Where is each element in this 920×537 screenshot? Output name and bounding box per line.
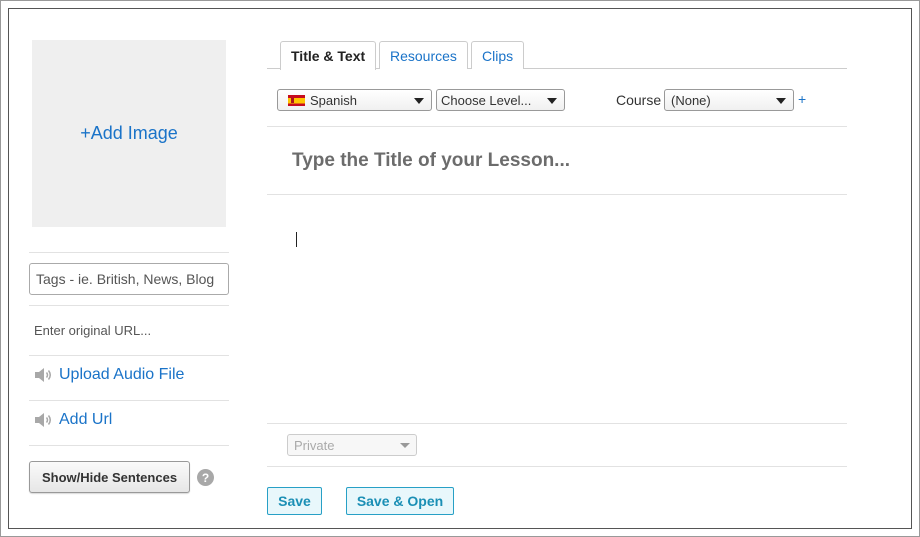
spain-flag-icon [288,94,305,106]
divider [29,305,229,306]
upload-audio-button[interactable]: Upload Audio File [34,366,184,384]
add-url-label: Add Url [59,411,113,428]
course-label: Course [616,92,662,108]
add-image-link[interactable]: +Add Image [80,123,178,144]
divider [29,400,229,401]
course-select[interactable]: (None) [664,89,794,111]
tab-resources[interactable]: Resources [379,41,468,69]
add-url-button[interactable]: Add Url [34,411,112,429]
image-dropzone[interactable]: +Add Image [32,40,226,227]
divider [267,423,847,424]
tags-input[interactable] [29,263,229,295]
privacy-value: Private [294,437,335,453]
divider [29,252,229,253]
divider [267,194,847,195]
level-select[interactable]: Choose Level... [436,89,565,111]
upload-audio-label: Upload Audio File [59,366,185,383]
save-and-open-button[interactable]: Save & Open [346,487,454,515]
chevron-down-icon [776,98,786,104]
save-button[interactable]: Save [267,487,322,515]
lesson-title-input[interactable] [290,145,830,177]
language-value: Spanish [310,92,357,108]
divider [29,445,229,446]
chevron-down-icon [400,443,410,448]
speaker-icon [35,413,51,427]
tab-clips[interactable]: Clips [471,41,525,69]
language-select[interactable]: Spanish [277,89,432,111]
show-hide-sentences-button[interactable]: Show/Hide Sentences [29,461,190,493]
chevron-down-icon [414,98,424,104]
speaker-icon [35,368,51,382]
divider [29,355,229,356]
course-value: (None) [671,92,711,108]
tab-title-text[interactable]: Title & Text [280,41,377,70]
help-icon[interactable]: ? [197,469,214,486]
divider [267,466,847,467]
divider [267,126,847,127]
text-cursor [296,232,297,247]
add-course-link[interactable]: + [798,91,806,107]
privacy-select[interactable]: Private [287,434,417,456]
original-url-input[interactable] [29,316,229,344]
chevron-down-icon [547,98,557,104]
lesson-text-area[interactable] [267,205,847,420]
level-value: Choose Level... [441,92,532,108]
